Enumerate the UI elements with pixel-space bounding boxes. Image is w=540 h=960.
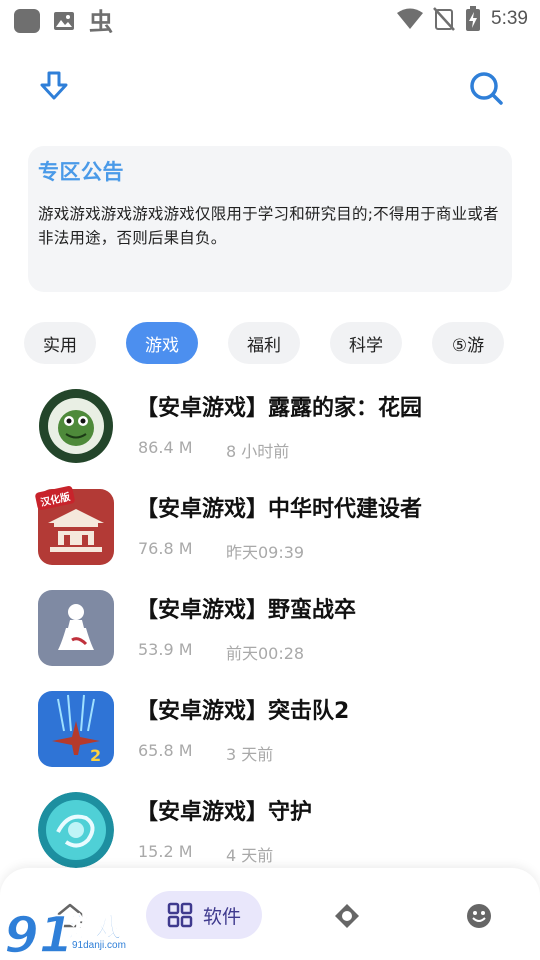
app-notification-icon xyxy=(14,9,40,33)
tab-games[interactable]: 游戏 xyxy=(126,322,198,364)
no-signal-icon xyxy=(433,7,455,31)
blue-orb-icon xyxy=(38,792,114,868)
announcement-body: 游戏游戏游戏游戏游戏仅限用于学习和研究目的;不得用于商业或者非法用途，否则后果自… xyxy=(38,205,499,247)
status-bar: 虫 5:39 xyxy=(0,0,540,38)
category-tabs: 实用 游戏 福利 科学 ⑤游 xyxy=(24,322,524,364)
app-title: 【安卓游戏】守护 xyxy=(136,800,313,825)
tab-welfare[interactable]: 福利 xyxy=(228,322,300,364)
battery-charging-icon xyxy=(466,6,481,31)
svg-text:2: 2 xyxy=(90,746,101,765)
download-arrow-icon[interactable] xyxy=(36,68,72,104)
wifi-icon xyxy=(397,8,424,29)
app-title: 【安卓游戏】野蛮战卒 xyxy=(136,598,357,623)
clock: 5:39 xyxy=(491,8,528,29)
chess-pawn-icon xyxy=(38,590,114,666)
watermark-91-logo: 91 xyxy=(3,905,72,960)
app-time: 3 天前 xyxy=(226,745,274,764)
announcement-title: 专区公告 xyxy=(38,160,124,184)
app-size: 86.4 M xyxy=(138,438,193,457)
svg-text:虫: 虫 xyxy=(89,8,113,35)
app-size: 53.9 M xyxy=(138,640,193,659)
app-size: 76.8 M xyxy=(138,539,193,558)
tab-utility[interactable]: 实用 xyxy=(24,322,96,364)
app-size: 15.2 M xyxy=(138,842,193,861)
site-watermark: 91 游戏 91danji.com xyxy=(2,904,140,960)
svg-text:91: 91 xyxy=(4,906,72,960)
tab-fifth[interactable]: ⑤游 xyxy=(432,322,504,364)
list-item[interactable]: 【安卓游戏】露露的家：花园 86.4 M 8 小时前 xyxy=(0,380,540,481)
top-bar xyxy=(0,68,540,108)
app-time: 4 天前 xyxy=(226,846,274,865)
announcement-card: 专区公告 游戏游戏游戏游戏游戏仅限用于学习和研究目的;不得用于商业或者非法用途，… xyxy=(28,146,512,292)
list-item[interactable]: 2 【安卓游戏】突击队2 65.8 M 3 天前 xyxy=(0,683,540,784)
image-notification-icon xyxy=(54,12,74,30)
app-size: 65.8 M xyxy=(138,741,193,760)
plant-flowers-frog-icon xyxy=(38,388,114,464)
bug-notification-icon: 虫 xyxy=(89,8,113,35)
app-title: 【安卓游戏】突击队2 xyxy=(136,699,350,724)
search-icon[interactable] xyxy=(466,68,506,108)
watermark-url: 91danji.com xyxy=(72,940,126,951)
grid-apps-icon xyxy=(167,902,193,928)
nav-software-tab[interactable]: 软件 xyxy=(146,891,262,939)
smiley-icon[interactable] xyxy=(466,903,492,929)
disc-icon[interactable] xyxy=(334,903,360,929)
app-time: 8 小时前 xyxy=(226,442,290,461)
list-item[interactable]: 【安卓游戏】野蛮战卒 53.9 M 前天00:28 xyxy=(0,582,540,683)
app-title: 【安卓游戏】中华时代建设者 xyxy=(136,497,423,522)
app-time: 昨天09:39 xyxy=(226,543,305,562)
app-time: 前天00:28 xyxy=(226,644,305,663)
nav-software-label: 软件 xyxy=(202,905,241,928)
app-title: 【安卓游戏】露露的家：花园 xyxy=(136,396,423,421)
fighter-plane-icon: 2 xyxy=(38,691,114,767)
list-item[interactable]: 汉化版 【安卓游戏】中华时代建设者 76.8 M 昨天09:39 xyxy=(0,481,540,582)
tab-science[interactable]: 科学 xyxy=(330,322,402,364)
